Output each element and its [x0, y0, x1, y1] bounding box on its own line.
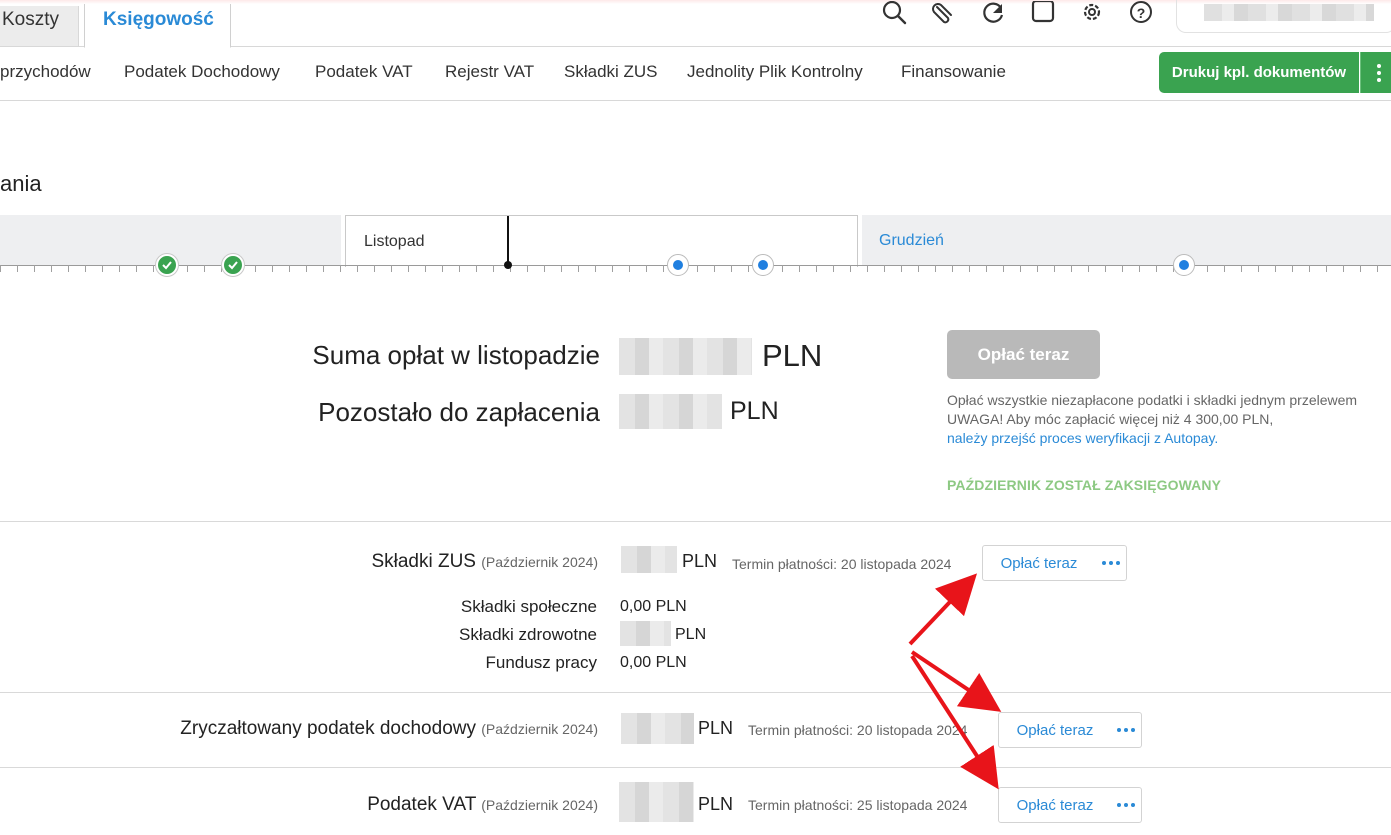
paid-milestone-check-icon[interactable]: [156, 254, 178, 276]
divider: [0, 692, 1391, 693]
svg-text:?: ?: [1137, 5, 1146, 21]
remaining-currency: PLN: [730, 397, 779, 425]
arrow-to-zus-pay: [908, 573, 978, 646]
today-marker-dot: [504, 261, 512, 269]
current-month-label: Listopad: [364, 233, 425, 250]
total-currency: PLN: [762, 338, 823, 373]
remaining-label: Pozostało do zapłacenia: [318, 397, 600, 427]
next-month-label[interactable]: Grudzień: [879, 232, 944, 250]
arrow-to-income-tax-pay: [910, 650, 1002, 712]
health-contributions-value: PLN: [675, 626, 707, 643]
total-amount-redacted: [619, 338, 752, 375]
social-contributions-label: Składki społeczne: [460, 597, 597, 616]
pay-all-info: Opłać wszystkie niezapłacone podatki i s…: [947, 392, 1358, 408]
divider: [0, 767, 1391, 768]
labour-fund-value: 0,00 PLN: [620, 654, 687, 671]
health-amount-redacted: [620, 621, 671, 646]
tab-ksiegowosc[interactable]: Księgowość: [84, 4, 231, 48]
page-title: ania: [0, 171, 42, 196]
zus-amount-redacted: [621, 546, 677, 573]
vat-amount-redacted: [619, 782, 694, 822]
vat-due-date: Termin płatności: 25 listopada 2024: [748, 797, 968, 813]
vertical-dots-icon: [1377, 63, 1381, 82]
square-icon[interactable]: [1029, 0, 1057, 28]
pay-income-tax-button[interactable]: Opłać teraz: [998, 712, 1112, 748]
social-contributions-value: 0,00 PLN: [620, 598, 687, 615]
zus-more-button[interactable]: [1095, 545, 1127, 581]
obligation-title-income-tax: Zryczałtowany podatek dochodowy (Paździe…: [180, 718, 598, 739]
pending-milestone-icon[interactable]: [1173, 254, 1195, 276]
divider: [0, 521, 1391, 522]
booked-status: PAŹDZIERNIK ZOSTAŁ ZAKSIĘGOWANY: [947, 477, 1222, 493]
arrow-to-vat-pay: [910, 654, 999, 790]
search-icon[interactable]: [880, 0, 908, 28]
pay-zus-button[interactable]: Opłać teraz: [982, 545, 1096, 581]
remaining-amount-redacted: [619, 394, 722, 429]
labour-fund-label: Fundusz pracy: [485, 653, 598, 672]
print-documents-button[interactable]: Drukuj kpl. dokumentów: [1159, 52, 1359, 93]
total-fees-label: Suma opłat w listopadzie: [312, 340, 600, 370]
paid-milestone-check-icon[interactable]: [222, 254, 244, 276]
income-tax-more-button[interactable]: [1110, 712, 1142, 748]
pay-vat-button[interactable]: Opłać teraz: [998, 787, 1112, 823]
health-contributions-label: Składki zdrowotne: [459, 625, 597, 644]
nav-item-skladki-zus[interactable]: Składki ZUS: [564, 62, 658, 82]
vat-currency: PLN: [698, 794, 734, 814]
pay-all-button[interactable]: Opłać teraz: [947, 330, 1100, 379]
nav-item-podatek-dochodowy[interactable]: Podatek Dochodowy: [124, 62, 280, 82]
tab-koszty[interactable]: Koszty: [0, 6, 79, 47]
paperclip-icon[interactable]: [929, 0, 957, 28]
zus-currency: PLN: [682, 551, 718, 571]
nav-item-rejestr-vat[interactable]: Rejestr VAT: [445, 62, 534, 82]
nav-item-jpk[interactable]: Jednolity Plik Kontrolny: [687, 62, 863, 82]
obligation-title-vat: Podatek VAT (Październik 2024): [367, 794, 598, 815]
income-tax-due-date: Termin płatności: 20 listopada 2024: [748, 722, 968, 738]
autopay-verification-link[interactable]: należy przejść proces weryfikacji z Auto…: [947, 430, 1218, 446]
obligation-title-zus: Składki ZUS (Październik 2024): [371, 551, 598, 572]
income-tax-amount-redacted: [621, 713, 694, 744]
vat-more-button[interactable]: [1110, 787, 1142, 823]
limit-warning: UWAGA! Aby móc zapłacić więcej niż 4 300…: [947, 411, 1274, 427]
nav-item-przychodow[interactable]: przychodów: [0, 62, 91, 82]
pending-milestone-icon[interactable]: [752, 254, 774, 276]
income-tax-currency: PLN: [698, 718, 734, 738]
nav-item-finansowanie[interactable]: Finansowanie: [901, 62, 1006, 82]
zus-due-date: Termin płatności: 20 listopada 2024: [732, 556, 952, 572]
today-marker: [507, 216, 509, 264]
settings-icon[interactable]: [1078, 0, 1106, 28]
print-more-button[interactable]: [1360, 52, 1391, 93]
help-icon[interactable]: ?: [1127, 0, 1155, 28]
pending-milestone-icon[interactable]: [667, 254, 689, 276]
nav-item-podatek-vat[interactable]: Podatek VAT: [315, 62, 413, 82]
refresh-icon[interactable]: [979, 0, 1007, 28]
user-name-redacted: [1204, 4, 1374, 21]
